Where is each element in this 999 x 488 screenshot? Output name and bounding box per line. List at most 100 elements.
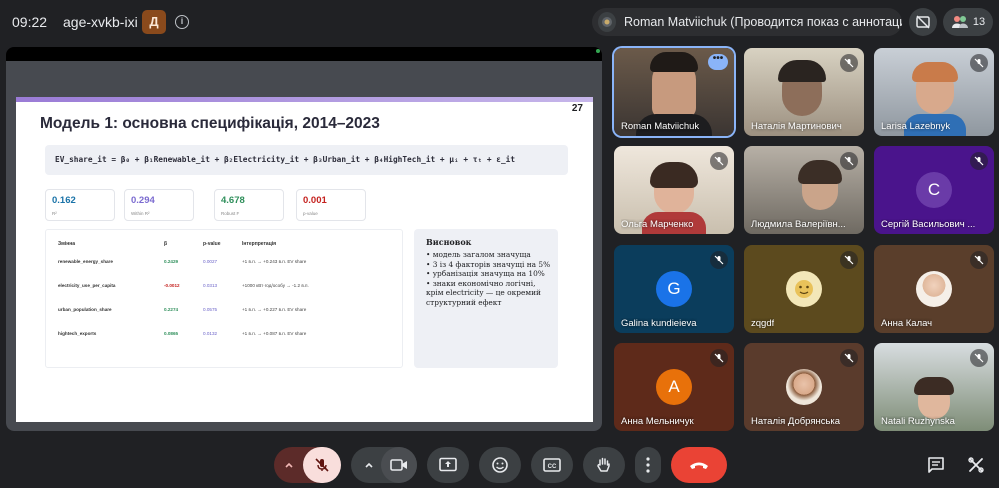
cell-interpretation: +1000 кВт·год/особу → -1.2 в.п. xyxy=(242,283,309,288)
more-options-icon[interactable]: ••• xyxy=(708,54,728,70)
participant-name: Galina kundieieva xyxy=(621,318,697,329)
people-icon xyxy=(951,16,968,28)
slide-number: 27 xyxy=(571,103,583,114)
captions-button[interactable]: CC xyxy=(531,447,573,483)
avatar xyxy=(786,369,822,405)
stat-label: R² xyxy=(52,211,57,216)
stat-card-within-r2: 0.294 Within R² xyxy=(124,189,194,221)
slide-backdrop: 27 Модель 1: основна специфікація, 2014–… xyxy=(6,61,602,431)
participant-name: Larisa Lazebnyk xyxy=(881,121,951,132)
participant-tile-natali-ruzhynska[interactable]: Natali Ruzhynska xyxy=(874,343,994,431)
reactions-button[interactable] xyxy=(479,447,521,483)
cell-variable: hightech_exports xyxy=(58,331,97,336)
people-button[interactable]: 13 xyxy=(943,8,993,36)
cell-interpretation: +1 в.п. → +0.227 в.п. EV share xyxy=(242,307,307,312)
mic-toggle-button[interactable] xyxy=(303,447,341,483)
avatar xyxy=(786,271,822,307)
hand-icon xyxy=(597,457,610,472)
cell-p: 0.0313 xyxy=(203,283,218,288)
participant-tile-anna-kalach[interactable]: Анна Калач xyxy=(874,245,994,333)
conclusion-box: Висновок • модель загалом значуща • 3 із… xyxy=(414,229,558,368)
avatar: А xyxy=(656,369,692,405)
clock: 09:22 xyxy=(12,14,48,30)
mic-off-icon xyxy=(970,152,988,170)
videocam-icon xyxy=(390,459,407,471)
leave-call-button[interactable] xyxy=(671,447,727,483)
conclusion-item: • модель загалом значуща xyxy=(426,250,531,259)
call-end-icon xyxy=(690,462,708,469)
recording-dot xyxy=(596,49,600,53)
conclusion-item: • урбанізація значуща на 10% xyxy=(426,269,545,278)
avatar: С xyxy=(916,172,952,208)
table-header: β xyxy=(164,241,168,247)
participant-name: Сергій Васильович ... xyxy=(881,219,976,230)
mic-off-icon xyxy=(840,251,858,269)
participant-tile-serhii[interactable]: С Сергій Васильович ... xyxy=(874,146,994,234)
participant-name: Наталія Мартинович xyxy=(751,121,842,132)
emoji-icon xyxy=(492,457,508,473)
participant-hair xyxy=(778,60,826,82)
participant-tile-galina-kundieieva[interactable]: G Galina kundieieva xyxy=(614,245,734,333)
avatar xyxy=(916,271,952,307)
cell-p: 0.0132 xyxy=(203,331,218,336)
mic-off-icon xyxy=(970,349,988,367)
presenting-chip[interactable]: Roman Matviichuk (Проводится показ с анн… xyxy=(592,8,902,36)
chat-icon xyxy=(928,457,944,473)
activities-button[interactable] xyxy=(955,447,997,483)
stat-value: 4.678 xyxy=(221,195,245,206)
chevron-up-icon xyxy=(285,462,293,468)
participant-tile-zqgdf[interactable]: zqgdf xyxy=(744,245,864,333)
participant-tile-natalia-martynovych[interactable]: Наталія Мартинович xyxy=(744,48,864,136)
mic-off-icon xyxy=(970,251,988,269)
participant-name: Людмила Валеріївн... xyxy=(751,219,846,230)
presenter-avatar-icon xyxy=(598,12,617,32)
present-screen-button[interactable] xyxy=(427,447,469,483)
presenting-text: Roman Matviichuk (Проводится показ с анн… xyxy=(624,15,902,29)
slide: 27 Модель 1: основна специфікація, 2014–… xyxy=(16,97,593,422)
participant-name: Natali Ruzhynska xyxy=(881,416,955,427)
cell-beta: -0.0012 xyxy=(164,283,180,288)
participant-name: Ольга Марченко xyxy=(621,219,694,230)
tile-off-icon xyxy=(916,15,930,29)
cell-beta: 0.2429 xyxy=(164,259,179,264)
stat-label: Robust F xyxy=(221,211,240,216)
more-vert-icon xyxy=(646,457,650,473)
stat-value: 0.162 xyxy=(52,195,76,206)
people-count: 13 xyxy=(972,16,986,28)
participant-name: zqgdf xyxy=(751,318,775,329)
participant-hair xyxy=(650,52,698,72)
mic-off-icon xyxy=(710,251,728,269)
model-formula: EV_share_it = β₀ + β₁Renewable_it + β₂El… xyxy=(45,145,568,175)
conclusion-item: • знаки економічно логічні, крім electri… xyxy=(426,278,541,307)
participant-tile-natalia-dobrianska[interactable]: Наталія Добрянська xyxy=(744,343,864,431)
participant-tile-roman-matviichuk[interactable]: ••• Roman Matviichuk xyxy=(614,48,734,136)
cell-beta: 0.0865 xyxy=(164,331,179,336)
mic-off-icon xyxy=(840,152,858,170)
participant-tile-liudmyla[interactable]: Людмила Валеріївн... xyxy=(744,146,864,234)
camera-toggle-button[interactable] xyxy=(381,447,417,483)
participant-tile-larisa-lazebnyk[interactable]: Larisa Lazebnyk xyxy=(874,48,994,136)
cell-variable: urban_population_share xyxy=(58,307,112,312)
mic-off-icon xyxy=(315,458,329,472)
avatar: G xyxy=(656,271,692,307)
top-bar: 09:22 age-xvkb-ixi Д i Roman Matviichuk … xyxy=(0,0,999,44)
host-badge[interactable]: Д xyxy=(142,10,166,34)
mic-off-icon xyxy=(970,54,988,72)
cell-interpretation: +1 в.п. → +0.243 в.п. EV share xyxy=(242,259,307,264)
tools-icon xyxy=(968,457,984,473)
more-options-button[interactable] xyxy=(635,447,661,483)
stat-value: 0.294 xyxy=(131,195,155,206)
mic-off-icon xyxy=(840,349,858,367)
chat-button[interactable] xyxy=(915,447,957,483)
stat-label: Within R² xyxy=(131,211,150,216)
info-icon[interactable]: i xyxy=(175,15,189,29)
participant-tile-anna-melnychuk[interactable]: А Анна Мельничук xyxy=(614,343,734,431)
conclusion-item: • 3 із 4 факторів значущі на 5% xyxy=(426,259,551,269)
participant-tile-olha-marchenko[interactable]: Ольга Марченко xyxy=(614,146,734,234)
hide-tiles-button[interactable] xyxy=(909,8,937,36)
cell-interpretation: +1 в.п. → +0.087 в.п. EV share xyxy=(242,331,307,336)
present-to-all-icon xyxy=(439,457,457,472)
raise-hand-button[interactable] xyxy=(583,447,625,483)
table-header: Інтерпретація xyxy=(242,241,277,247)
participant-hair xyxy=(798,160,842,184)
